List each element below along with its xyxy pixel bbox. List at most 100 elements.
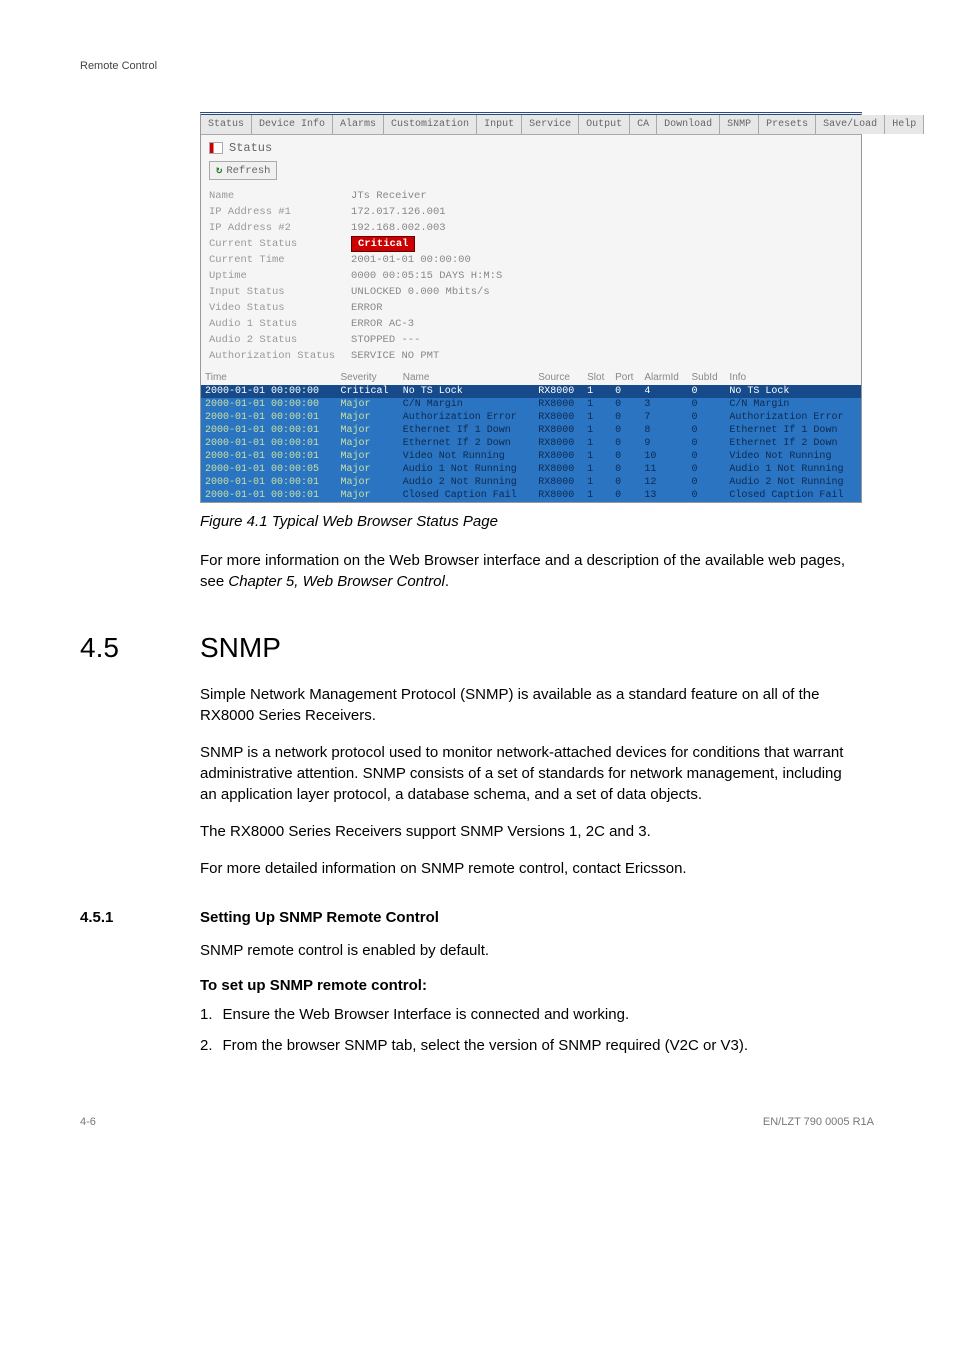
alarm-row[interactable]: 2000-01-01 00:00:00MajorC/N MarginRX8000…	[201, 398, 861, 411]
list-item: 1. Ensure the Web Browser Interface is co…	[200, 1004, 860, 1025]
cell-sev: Major	[337, 398, 399, 411]
paragraph: Simple Network Management Protocol (SNMP…	[200, 684, 860, 726]
cell-aid: 13	[640, 489, 687, 502]
alarm-row[interactable]: 2000-01-01 00:00:05MajorAudio 1 Not Runn…	[201, 463, 861, 476]
column-header: AlarmId	[640, 370, 687, 385]
cell-slot: 1	[583, 385, 611, 398]
alarm-row[interactable]: 2000-01-01 00:00:01MajorClosed Caption F…	[201, 489, 861, 502]
cell-src: RX8000	[534, 450, 583, 463]
cell-slot: 1	[583, 450, 611, 463]
field-label: IP Address #2	[201, 220, 343, 236]
cell-slot: 1	[583, 424, 611, 437]
cell-slot: 1	[583, 437, 611, 450]
cell-src: RX8000	[534, 411, 583, 424]
cell-src: RX8000	[534, 463, 583, 476]
tab-device-info[interactable]: Device Info	[252, 115, 333, 134]
cell-port: 0	[611, 463, 640, 476]
tab-alarms[interactable]: Alarms	[333, 115, 384, 134]
cell-sev: Major	[337, 489, 399, 502]
column-header: SubId	[688, 370, 726, 385]
paragraph: SNMP remote control is enabled by defaul…	[200, 940, 860, 961]
cell-aid: 11	[640, 463, 687, 476]
cell-sub: 0	[688, 476, 726, 489]
cell-time: 2000-01-01 00:00:00	[201, 385, 337, 398]
page-number: 4-6	[80, 1116, 96, 1128]
cell-sub: 0	[688, 385, 726, 398]
cell-name: Video Not Running	[399, 450, 535, 463]
text-run: .	[445, 573, 449, 590]
tab-help[interactable]: Help	[885, 115, 924, 134]
tab-output[interactable]: Output	[579, 115, 630, 134]
status-icon	[209, 142, 223, 154]
tab-ca[interactable]: CA	[630, 115, 657, 134]
cell-time: 2000-01-01 00:00:01	[201, 476, 337, 489]
field-value: Critical	[343, 236, 510, 252]
field-value: 0000 00:05:15 DAYS H:M:S	[343, 268, 510, 284]
cell-slot: 1	[583, 476, 611, 489]
tab-customization[interactable]: Customization	[384, 115, 477, 134]
alarm-row[interactable]: 2000-01-01 00:00:01MajorAudio 2 Not Runn…	[201, 476, 861, 489]
cell-name: Authorization Error	[399, 411, 535, 424]
alarm-row[interactable]: 2000-01-01 00:00:00CriticalNo TS LockRX8…	[201, 385, 861, 398]
column-header: Port	[611, 370, 640, 385]
cell-port: 0	[611, 398, 640, 411]
cell-aid: 7	[640, 411, 687, 424]
cell-time: 2000-01-01 00:00:01	[201, 424, 337, 437]
cell-src: RX8000	[534, 398, 583, 411]
tab-save-load[interactable]: Save/Load	[816, 115, 885, 134]
alarm-row[interactable]: 2000-01-01 00:00:01MajorVideo Not Runnin…	[201, 450, 861, 463]
refresh-icon: ↻	[216, 164, 222, 177]
field-value: 2001-01-01 00:00:00	[343, 252, 510, 268]
tab-snmp[interactable]: SNMP	[720, 115, 759, 134]
cell-info: Video Not Running	[725, 450, 861, 463]
cell-info: C/N Margin	[725, 398, 861, 411]
paragraph: For more information on the Web Browser …	[200, 550, 860, 592]
cell-port: 0	[611, 385, 640, 398]
alarm-row[interactable]: 2000-01-01 00:00:01MajorEthernet If 2 Do…	[201, 437, 861, 450]
subsection-number: 4.5.1	[80, 909, 200, 926]
alarm-row[interactable]: 2000-01-01 00:00:01MajorAuthorization Er…	[201, 411, 861, 424]
field-value: ERROR AC-3	[343, 316, 510, 332]
browser-screenshot: StatusDevice InfoAlarmsCustomizationInpu…	[200, 112, 862, 503]
tab-service[interactable]: Service	[522, 115, 579, 134]
cell-name: Ethernet If 2 Down	[399, 437, 535, 450]
tab-input[interactable]: Input	[477, 115, 522, 134]
cell-sub: 0	[688, 489, 726, 502]
cell-time: 2000-01-01 00:00:05	[201, 463, 337, 476]
column-header: Source	[534, 370, 583, 385]
cell-sev: Critical	[337, 385, 399, 398]
cell-time: 2000-01-01 00:00:01	[201, 437, 337, 450]
tab-presets[interactable]: Presets	[759, 115, 816, 134]
tab-download[interactable]: Download	[657, 115, 720, 134]
list-text: Ensure the Web Browser Interface is conn…	[223, 1004, 630, 1025]
cell-info: Closed Caption Fail	[725, 489, 861, 502]
cell-info: Ethernet If 2 Down	[725, 437, 861, 450]
subsection-title: Setting Up SNMP Remote Control	[200, 909, 439, 926]
cell-aid: 9	[640, 437, 687, 450]
cell-sev: Major	[337, 411, 399, 424]
column-header: Slot	[583, 370, 611, 385]
cell-port: 0	[611, 476, 640, 489]
cell-info: Ethernet If 1 Down	[725, 424, 861, 437]
tab-status[interactable]: Status	[201, 115, 252, 134]
cell-name: Audio 1 Not Running	[399, 463, 535, 476]
running-header: Remote Control	[80, 60, 874, 72]
field-label: IP Address #1	[201, 204, 343, 220]
alarm-row[interactable]: 2000-01-01 00:00:01MajorEthernet If 1 Do…	[201, 424, 861, 437]
column-header: Info	[725, 370, 861, 385]
refresh-button[interactable]: ↻ Refresh	[209, 161, 277, 180]
cell-port: 0	[611, 411, 640, 424]
cell-aid: 8	[640, 424, 687, 437]
paragraph: The RX8000 Series Receivers support SNMP…	[200, 821, 860, 842]
list-number: 1.	[200, 1004, 213, 1025]
cell-time: 2000-01-01 00:00:01	[201, 411, 337, 424]
cell-aid: 4	[640, 385, 687, 398]
field-value: ERROR	[343, 300, 510, 316]
cell-aid: 3	[640, 398, 687, 411]
cell-port: 0	[611, 424, 640, 437]
cell-info: Audio 1 Not Running	[725, 463, 861, 476]
cell-slot: 1	[583, 398, 611, 411]
cell-src: RX8000	[534, 476, 583, 489]
cell-sub: 0	[688, 424, 726, 437]
cell-src: RX8000	[534, 385, 583, 398]
